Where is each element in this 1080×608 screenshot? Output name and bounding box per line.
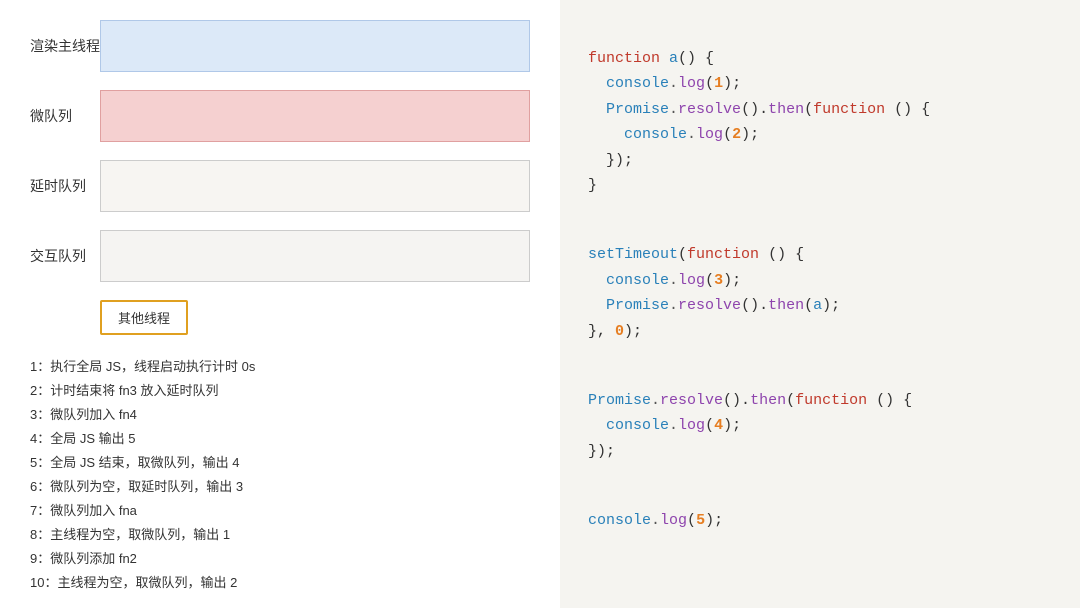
main-thread-row: 渲染主线程 <box>30 20 530 72</box>
interact-queue-box <box>100 230 530 282</box>
delay-queue-label: 延时队列 <box>30 176 100 196</box>
step-7: 7：微队列加入 fna <box>30 499 530 523</box>
step-5: 5：全局 JS 结束，取微队列，输出 4 <box>30 451 530 475</box>
left-panel: 渲染主线程 微队列 延时队列 交互队列 其他线程 1：执行全局 JS，线程启动执… <box>0 0 560 608</box>
main-thread-label: 渲染主线程 <box>30 36 100 56</box>
other-thread-button[interactable]: 其他线程 <box>100 300 188 335</box>
step-2: 2：计时结束将 fn3 放入延时队列 <box>30 379 530 403</box>
code-section-2: setTimeout(function () { console.log(3);… <box>588 242 1052 344</box>
step-8: 8：主线程为空，取微队列，输出 1 <box>30 523 530 547</box>
microtask-label: 微队列 <box>30 106 100 126</box>
step-3: 3：微队列加入 fn4 <box>30 403 530 427</box>
code-section-4: console.log(5); <box>588 508 1052 534</box>
other-thread-row: 其他线程 <box>100 300 530 335</box>
microtask-row: 微队列 <box>30 90 530 142</box>
delay-queue-row: 延时队列 <box>30 160 530 212</box>
step-1: 1：执行全局 JS，线程启动执行计时 0s <box>30 355 530 379</box>
step-4: 4：全局 JS 输出 5 <box>30 427 530 451</box>
step-9: 9：微队列添加 fn2 <box>30 547 530 571</box>
right-panel: function a() { console.log(1); Promise.r… <box>560 0 1080 608</box>
code-section-1: function a() { console.log(1); Promise.r… <box>588 46 1052 199</box>
code-section-3: Promise.resolve().then(function () { con… <box>588 388 1052 465</box>
code-block: function a() { console.log(1); Promise.r… <box>588 20 1052 602</box>
microtask-box <box>100 90 530 142</box>
step-6: 6：微队列为空，取延时队列，输出 3 <box>30 475 530 499</box>
interact-queue-row: 交互队列 <box>30 230 530 282</box>
step-10: 10：主线程为空，取微队列，输出 2 <box>30 571 530 595</box>
delay-queue-box <box>100 160 530 212</box>
interact-queue-label: 交互队列 <box>30 246 100 266</box>
main-thread-box <box>100 20 530 72</box>
steps-list: 1：执行全局 JS，线程启动执行计时 0s 2：计时结束将 fn3 放入延时队列… <box>30 355 530 595</box>
